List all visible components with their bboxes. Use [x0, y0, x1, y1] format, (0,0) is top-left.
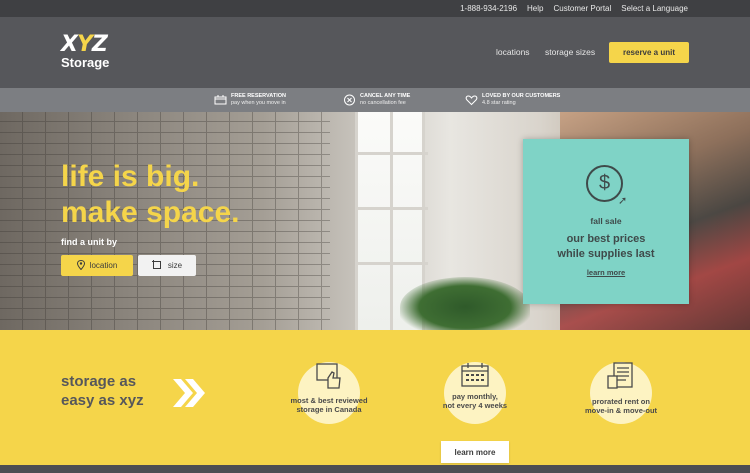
feature-title: LOVED BY OUR CUSTOMERS	[482, 93, 561, 99]
nav-locations[interactable]: locations	[496, 47, 530, 57]
heart-icon	[465, 94, 478, 106]
utility-bar: 1-888-934-2196 Help Customer Portal Sele…	[0, 0, 750, 17]
feature-sub: 4.8 star rating	[482, 100, 516, 106]
logo-word: Storage	[61, 55, 110, 70]
feature-sub: pay when you move in	[231, 100, 286, 106]
promo-headline: our best prices while supplies last	[557, 233, 655, 260]
location-label: location	[89, 261, 118, 270]
calendar-icon	[460, 362, 490, 390]
feature-loved: LOVED BY OUR CUSTOMERS 4.8 star rating	[465, 93, 560, 106]
hero-banner: life is big. make space. find a unit by …	[0, 112, 750, 330]
help-link[interactable]: Help	[527, 4, 543, 13]
find-unit-label: find a unit by	[61, 237, 117, 247]
reservation-icon	[214, 94, 227, 106]
thumbs-up-icon	[314, 362, 344, 390]
benefit-text: pay monthly, not every 4 weeks	[442, 392, 508, 410]
size-box-icon	[151, 259, 162, 272]
customer-portal-link[interactable]: Customer Portal	[553, 4, 611, 13]
feature-sub: no cancellation fee	[360, 100, 406, 106]
find-by-location-button[interactable]: location	[61, 255, 133, 276]
find-by-size-button[interactable]: size	[138, 255, 196, 276]
benefits-title: storage as easy as xyz	[61, 373, 144, 409]
cursor-icon: ➚	[618, 195, 628, 207]
hero-background-plant	[400, 277, 530, 330]
receipt-icon	[606, 362, 636, 390]
promo-learn-more-link[interactable]: learn more	[523, 268, 689, 277]
promo-sale: fall sale	[590, 216, 622, 226]
size-label: size	[167, 261, 183, 270]
features-strip: FREE RESERVATION pay when you move in CAN…	[0, 88, 750, 112]
feature-cancel: CANCEL ANY TIME no cancellation fee	[343, 93, 410, 106]
promo-card: $ ➚ fall sale our best prices while supp…	[523, 139, 689, 304]
nav-storage-sizes[interactable]: storage sizes	[545, 47, 595, 57]
benefit-text: prorated rent on move-in & move-out	[584, 397, 658, 415]
cancel-icon	[343, 94, 356, 106]
feature-title: CANCEL ANY TIME	[360, 93, 411, 99]
site-header: XYZ Storage locations storage sizes rese…	[0, 17, 750, 88]
logo[interactable]: XYZ Storage	[61, 33, 119, 73]
hero-headline: life is big. make space.	[61, 160, 240, 229]
footer-edge	[0, 465, 750, 473]
chevron-right-icon	[173, 379, 205, 407]
benefit-text: most & best reviewed storage in Canada	[290, 396, 368, 414]
logo-mark: XYZ	[61, 32, 108, 57]
phone-link[interactable]: 1-888-934-2196	[460, 4, 517, 13]
feature-title: FREE RESERVATION	[231, 93, 287, 99]
feature-free-reservation: FREE RESERVATION pay when you move in	[214, 93, 286, 106]
reserve-unit-button[interactable]: reserve a unit	[609, 42, 689, 63]
language-select[interactable]: Select a Language	[621, 4, 688, 13]
benefits-learn-more-button[interactable]: learn more	[441, 441, 509, 463]
benefits-section: storage as easy as xyz most & best revie…	[0, 330, 750, 465]
map-pin-icon	[76, 259, 85, 272]
